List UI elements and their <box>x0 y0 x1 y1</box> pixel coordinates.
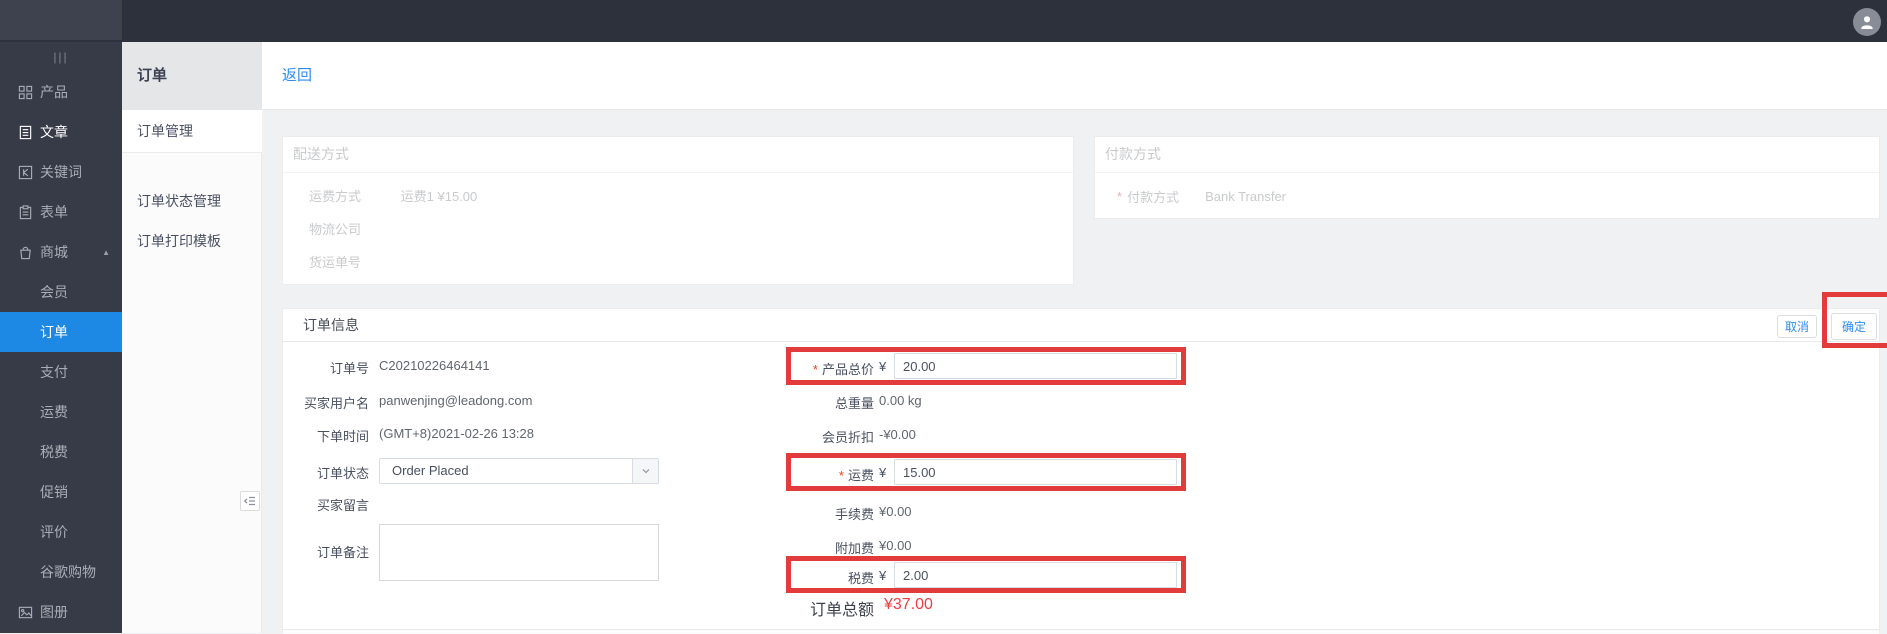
order-time-label: 下单时间 <box>283 426 369 445</box>
handling-fee-label: 手续费 <box>683 504 874 523</box>
order-card-title: 订单信息 <box>283 309 1879 342</box>
chevron-up-icon: ▲ <box>102 248 110 257</box>
sidebar-item-payment[interactable]: 支付 <box>0 352 122 392</box>
sidebar-item-promotion[interactable]: 促销 <box>0 472 122 512</box>
sidebar-item-label: 表单 <box>40 202 68 222</box>
shipping-method-value: 运费1 ¥15.00 <box>401 189 478 204</box>
sidebar-item-label: 产品 <box>40 82 68 102</box>
tax-label: 税费 <box>683 568 874 587</box>
shipping-fee-input[interactable] <box>894 459 1177 485</box>
sidebar-item-shipping[interactable]: 运费 <box>0 392 122 432</box>
confirm-button[interactable]: 确定 <box>1831 313 1877 340</box>
shipping-fee-label: *运费 <box>683 465 874 484</box>
submenu-fold-button[interactable] <box>240 491 260 511</box>
grid-icon <box>17 84 33 100</box>
required-mark: * <box>1117 189 1122 204</box>
sidebar-item-tax[interactable]: 税费 <box>0 432 122 472</box>
sidebar-item-mall[interactable]: 商城 ▲ <box>0 232 122 272</box>
sidebar-item-members[interactable]: 会员 <box>0 272 122 312</box>
currency-symbol: ¥ <box>879 465 886 480</box>
currency-symbol: ¥ <box>879 568 886 583</box>
main-sidebar: ||| 产品 文章 关键词 <box>0 42 122 633</box>
sidebar-item-forms[interactable]: 表单 <box>0 192 122 232</box>
logistics-company-row: 物流公司 <box>309 213 1073 246</box>
tab-order-management[interactable]: 订单管理 <box>122 110 262 153</box>
order-total-value: ¥37.00 <box>884 596 933 614</box>
sidebar-item-google-shopping[interactable]: 谷歌购物 <box>0 552 122 592</box>
album-icon <box>17 604 33 620</box>
sidebar-item-label: 关键词 <box>40 162 82 182</box>
order-remark-label: 订单备注 <box>283 542 369 561</box>
sidebar-item-label: 图册 <box>40 602 68 622</box>
order-info-card: 订单信息 取消 确定 订单号 C20210226464141 买家用户名 pan… <box>282 308 1880 633</box>
total-weight-label: 总重量 <box>683 393 874 412</box>
order-status-selected-value: Order Placed <box>392 459 469 483</box>
buyer-value: panwenjing@leadong.com <box>379 393 532 408</box>
order-no-value: C20210226464141 <box>379 358 490 373</box>
buyer-message-label: 买家留言 <box>283 495 369 514</box>
sidebar-item-articles[interactable]: 文章 <box>0 112 122 152</box>
shop-icon <box>17 244 33 260</box>
currency-symbol: ¥ <box>879 359 886 374</box>
total-weight-value: 0.00 kg <box>879 393 922 408</box>
required-mark: * <box>839 468 844 483</box>
payment-method-value: Bank Transfer <box>1205 189 1286 204</box>
sidebar-item-keywords[interactable]: 关键词 <box>0 152 122 192</box>
sidebar-item-orders[interactable]: 订单 <box>0 312 122 352</box>
order-no-label: 订单号 <box>283 358 369 377</box>
content-top-bar: 返回 <box>262 42 1887 110</box>
shipping-method-card: 配送方式 运费方式 运费1 ¥15.00 物流公司 货运单号 <box>282 136 1074 285</box>
cancel-button[interactable]: 取消 <box>1777 315 1817 338</box>
freight-number-row: 货运单号 <box>309 246 1073 279</box>
submenu-panel: 订单 订单管理 订单状态管理 订单打印模板 <box>122 42 262 633</box>
handling-fee-value: ¥0.00 <box>879 504 912 519</box>
order-status-select[interactable]: Order Placed <box>379 458 659 484</box>
order-remark-textarea[interactable] <box>379 524 659 581</box>
buyer-label: 买家用户名 <box>283 393 369 412</box>
sidebar-item-label: 商城 <box>40 242 68 262</box>
top-bar <box>0 0 1887 42</box>
required-mark: * <box>813 362 818 377</box>
surcharge-label: 附加费 <box>683 538 874 557</box>
form-icon <box>17 204 33 220</box>
product-price-label: *产品总价 <box>683 359 874 378</box>
keyword-icon <box>17 164 33 180</box>
tax-input[interactable] <box>894 562 1177 588</box>
submenu-title: 订单 <box>122 42 262 110</box>
sidebar-item-products[interactable]: 产品 <box>0 72 122 112</box>
payment-method-label: 付款方式 <box>1127 187 1179 206</box>
sidebar-item-label: 文章 <box>40 122 68 142</box>
user-icon <box>1858 13 1876 31</box>
menu-fold-icon <box>244 495 256 507</box>
sidebar-collapse-toggle[interactable]: ||| <box>0 42 122 72</box>
shipping-card-title: 配送方式 <box>283 137 1073 173</box>
order-card-footer <box>283 629 1879 634</box>
document-icon <box>17 124 33 140</box>
sidebar-item-reviews[interactable]: 评价 <box>0 512 122 552</box>
shipping-method-label: 运费方式 <box>309 189 361 204</box>
chevron-down-icon <box>632 459 658 483</box>
payment-method-card: 付款方式 * 付款方式 Bank Transfer <box>1094 136 1880 219</box>
surcharge-value: ¥0.00 <box>879 538 912 553</box>
order-time-value: (GMT+8)2021-02-26 13:28 <box>379 426 534 441</box>
user-avatar[interactable] <box>1853 8 1881 36</box>
logo <box>0 0 122 40</box>
payment-method-row: * 付款方式 Bank Transfer <box>1095 173 1879 219</box>
tab-order-status-management[interactable]: 订单状态管理 <box>122 181 262 221</box>
member-discount-label: 会员折扣 <box>683 427 874 446</box>
product-price-input[interactable] <box>894 353 1177 379</box>
shipping-fee-method-row: 运费方式 运费1 ¥15.00 <box>309 180 1073 213</box>
freight-number-label: 货运单号 <box>309 255 361 270</box>
order-status-label: 订单状态 <box>283 463 369 482</box>
logistics-company-label: 物流公司 <box>309 222 361 237</box>
back-link[interactable]: 返回 <box>282 42 312 110</box>
sidebar-item-album[interactable]: 图册 <box>0 592 122 632</box>
payment-card-title: 付款方式 <box>1095 137 1879 173</box>
tab-order-print-template[interactable]: 订单打印模板 <box>122 221 262 261</box>
member-discount-value: -¥0.00 <box>879 427 916 442</box>
order-total-label: 订单总额 <box>633 596 874 620</box>
